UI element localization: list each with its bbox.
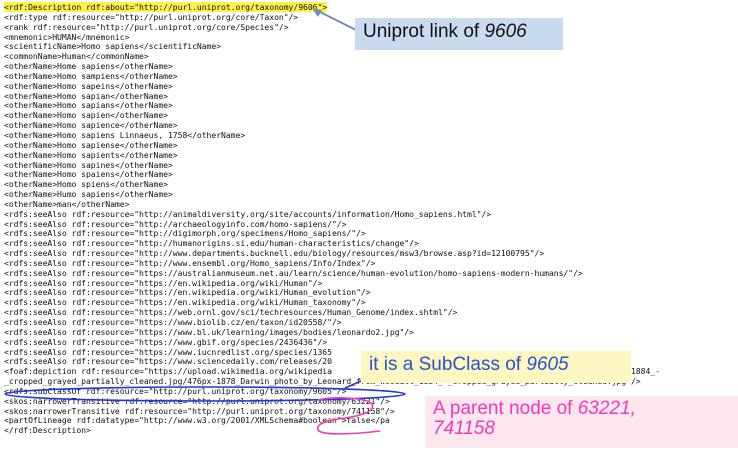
rdf-xml-screen: <rdf:Description rdf:about="http://purl.…	[0, 0, 738, 460]
code-line-text: <otherName>Humo sapiens</otherName>	[4, 189, 173, 200]
code-line-text: <rdfs:seeAlso rdf:resource="https://www.…	[4, 326, 414, 337]
code-line-text: <otherName>Home sapiens</otherName>	[4, 61, 173, 72]
code-line-text: <rdf:Description rdf:about="http://purl.…	[4, 2, 328, 12]
parent-callout-text: A parent node of	[433, 398, 578, 419]
code-line-text: <rdfs:seeAlso rdf:resource="https://en.w…	[4, 287, 371, 298]
code-line-text: <rdfs:seeAlso rdf:resource="https://www.…	[4, 346, 332, 357]
code-line-text: <rdfs:seeAlso rdf:resource="https://www.…	[4, 356, 332, 367]
code-line-text: <otherName>Homo sampiens</otherName>	[4, 70, 178, 81]
code-line-text: <rdfs:seeAlso rdf:resource="https://www.…	[4, 336, 328, 347]
code-line-text: <rdf:type rdf:resource="http://purl.unip…	[4, 11, 299, 22]
uniprot-link-callout: Uniprot link of 9606	[355, 18, 563, 50]
code-line-text: <rdfs:seeAlso rdf:resource="http://digim…	[4, 228, 366, 239]
code-line-text: <rdfs:seeAlso rdf:resource="http://human…	[4, 238, 419, 249]
code-line-text: <otherName>Homo sapians</otherName>	[4, 100, 173, 111]
code-line-text: <scientificName>Homo sapiens</scientific…	[4, 41, 222, 52]
uniprot-callout-text: Uniprot link of	[363, 21, 485, 42]
code-line-text: <otherName>Homo sapian</otherName>	[4, 90, 168, 101]
code-line-text: <rank rdf:resource="http://purl.uniprot.…	[4, 21, 289, 32]
code-line-text: <otherName>man</otherName>	[4, 198, 130, 209]
code-line-text: <rdfs:seeAlso rdf:resource="https://en.w…	[4, 277, 323, 288]
subclass-callout-number: 9605	[526, 354, 569, 375]
code-line-text: <rdfs:subClassOf rdf:resource="http://pu…	[4, 385, 347, 396]
code-line-text: <otherName>Homo spiens</otherName>	[4, 179, 168, 190]
code-line-text: </rdf:Description>	[4, 425, 91, 436]
parent-callout-number-1: 63221,	[577, 398, 636, 419]
code-line-text: <rdfs:seeAlso rdf:resource="https://www.…	[4, 317, 342, 327]
subclass-callout-text: it is a SubClass of	[369, 354, 527, 375]
code-line-text: <otherName>Homo spaiens</otherName>	[4, 169, 173, 180]
code-line-text: <rdfs:seeAlso rdf:resource="https://en.w…	[4, 297, 366, 308]
code-line-text: <otherName>Homo sapients</otherName>	[4, 149, 178, 160]
code-line-text: <rdfs:seeAlso rdf:resource="http://anima…	[4, 208, 492, 219]
code-line-text: <partOfLineage rdf:datatype="http://www.…	[4, 415, 390, 426]
code-line-text: <otherName>Homo sapiense</otherName>	[4, 139, 178, 150]
code-line-text: <mnemonic>HUMAN</mnemonic>	[4, 31, 130, 42]
subclass-callout: it is a SubClass of 9605	[361, 351, 631, 383]
code-line-text: <rdfs:seeAlso rdf:resource="https://aust…	[4, 267, 583, 278]
code-line-text: <rdfs:seeAlso rdf:resource="https://web.…	[4, 307, 458, 318]
code-line-text: <otherName>Homo sapien</otherName>	[4, 110, 168, 121]
code-line-text: <rdfs:seeAlso rdf:resource="http://www.d…	[4, 248, 545, 259]
code-line-text: <skos:narrowerTransitive rdf:resource="h…	[4, 395, 390, 406]
code-line-text: <rdfs:seeAlso rdf:resource="http://www.e…	[4, 257, 376, 268]
code-line-text: <otherName>Homo sapiens Linnaeus, 1758</…	[4, 129, 246, 140]
parent-callout-number-2: 741158	[433, 418, 495, 439]
code-line-text: <skos:narrowerTransitive rdf:resource="h…	[4, 405, 395, 416]
uniprot-callout-number: 9606	[484, 21, 527, 42]
code-line-text: <commonName>Human</commonName>	[4, 51, 149, 62]
code-line-text: <otherName>Homo sapeins</otherName>	[4, 80, 173, 91]
code-line-text: <otherName>Homo sapines</otherName>	[4, 159, 173, 170]
code-line-text: <otherName>Homo sapience</otherName>	[4, 120, 178, 131]
parent-node-callout: A parent node of 63221, 741158	[425, 396, 738, 448]
code-line-text: <rdfs:seeAlso rdf:resource="http://archa…	[4, 218, 347, 229]
